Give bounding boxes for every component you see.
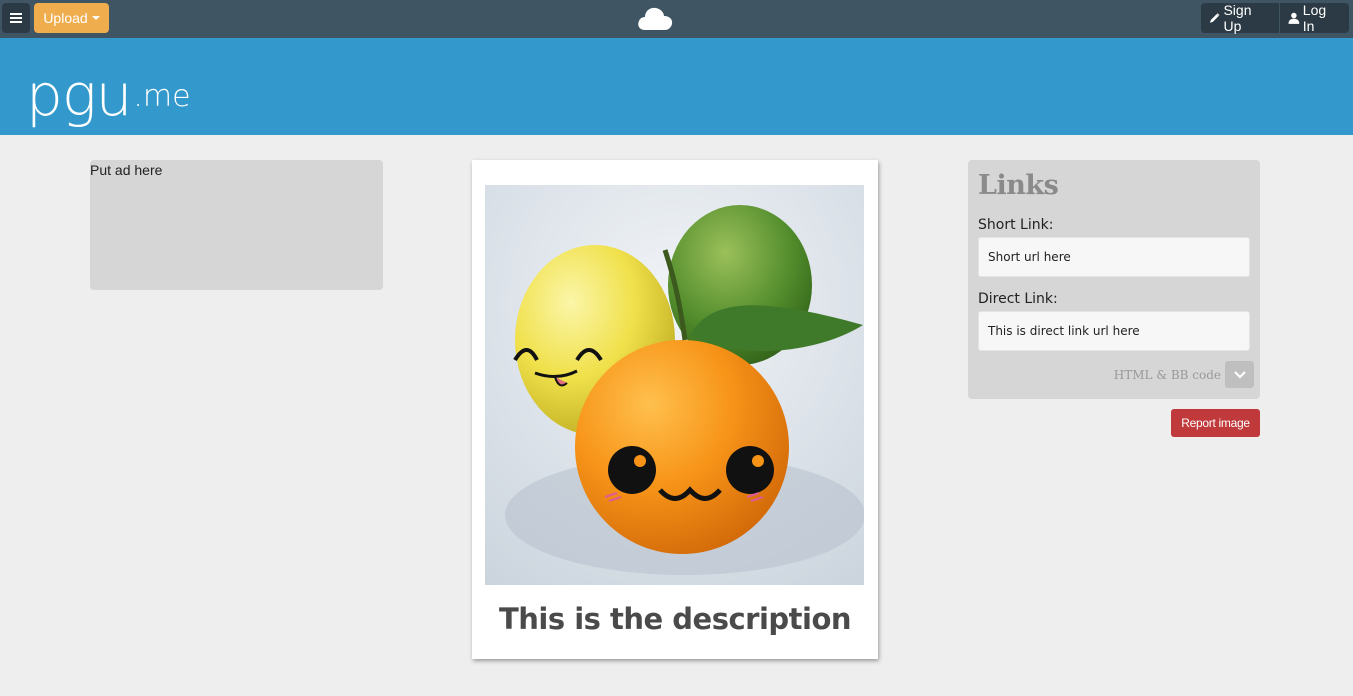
chevron-down-icon[interactable] [1225, 361, 1254, 388]
site-logo[interactable]: pgu .me [26, 48, 191, 128]
user-icon [1288, 12, 1300, 24]
short-link-label: Short Link: [978, 217, 1054, 233]
short-link-field[interactable]: Short url here [978, 237, 1250, 277]
log-in-label: Log In [1302, 2, 1327, 34]
top-navbar: Upload Sign Up Log In [0, 0, 1353, 38]
sign-up-button[interactable]: Sign Up [1201, 2, 1279, 34]
caret-down-icon [91, 16, 100, 20]
sign-up-label: Sign Up [1223, 2, 1252, 34]
auth-buttons: Sign Up Log In [1201, 2, 1349, 34]
hamburger-icon [10, 13, 22, 23]
image-description: This is the description [498, 602, 852, 636]
site-header: pgu .me [0, 38, 1353, 135]
uploaded-image[interactable] [485, 185, 864, 585]
fruit-illustration [485, 185, 864, 585]
direct-link-label: Direct Link: [978, 291, 1058, 307]
cloud-icon[interactable] [636, 4, 674, 32]
ad-placeholder: Put ad here [90, 160, 383, 290]
log-in-button[interactable]: Log In [1280, 2, 1349, 34]
direct-link-field[interactable]: This is direct link url here [978, 311, 1250, 351]
links-panel: Links Short Link: Short url here Direct … [968, 160, 1260, 399]
logo-domain-text: .me [133, 79, 191, 114]
ad-text: Put ad here [90, 162, 163, 178]
links-title: Links [978, 170, 1059, 201]
menu-button[interactable] [2, 3, 30, 33]
html-bb-code-label: HTML & BB code [1113, 367, 1221, 382]
html-bb-code-toggle[interactable]: HTML & BB code [1114, 361, 1254, 388]
upload-label: Upload [43, 10, 88, 26]
pencil-icon [1209, 13, 1220, 23]
logo-main-text: pgu [26, 61, 132, 129]
report-image-button[interactable]: Report image [1171, 409, 1260, 437]
upload-dropdown-button[interactable]: Upload [34, 3, 109, 33]
image-card: This is the description [472, 160, 878, 659]
